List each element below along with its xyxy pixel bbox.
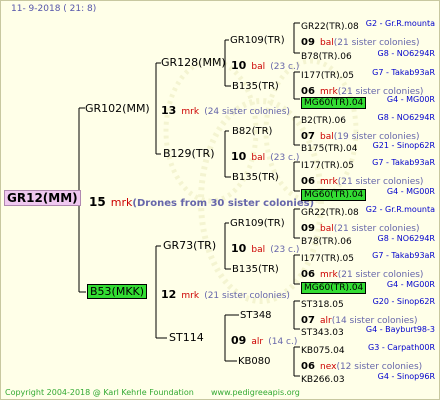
gen2-queen[interactable]: GR73(TR) (163, 239, 216, 252)
gen2-queen[interactable]: ST114 (169, 331, 204, 344)
gen3-queen[interactable]: B135(TR) (232, 263, 279, 276)
gen4-origin-tag: G2 - Gr.R.mounta (365, 19, 435, 28)
gen4-queen-row: MG60(TR).04 G4 - MG00R (301, 278, 437, 294)
gen4-origin-tag: G2 - Gr.R.mounta (365, 205, 435, 214)
gen4-queen-row: GR22(TR).08 G2 - Gr.R.mounta (301, 17, 437, 34)
gen4-queen-name[interactable]: B78(TR).06 (301, 52, 352, 62)
gen4-queen-name[interactable]: KB266.03 (301, 375, 345, 385)
gen2-info: 10 bal (23 c.) (231, 59, 300, 72)
gen4-queen-row: KB075.04 G3 - Carpath00R (301, 341, 437, 358)
gen4-queen-row: MG60(TR).04 G4 - MG00R (301, 185, 437, 201)
gen3-queen[interactable]: B135(TR) (232, 80, 279, 93)
gen4-queen-row: ST343.03 G4 - Bayburt98-3 (301, 323, 437, 340)
gen2-queen[interactable]: GR128(MM) (161, 56, 226, 69)
gen4-queen-name[interactable]: B78(TR).06 (301, 237, 352, 247)
gen3-queen[interactable]: GR109(TR) (230, 217, 285, 230)
gen2-queen[interactable]: B129(TR) (163, 147, 215, 160)
gen4-origin-tag: G3 - Carpath00R (368, 343, 435, 352)
gen4-origin-tag: G8 - NO6294R (377, 113, 435, 122)
date-stamp: 11- 9-2018 ( 21: 8) (11, 4, 97, 14)
gen4-queen-row: B78(TR).06 G8 - NO6294R (301, 47, 437, 64)
gen4-queen-name[interactable]: B2(TR).06 (301, 116, 346, 126)
gen4-queen-name[interactable]: GR22(TR).08 (301, 22, 359, 32)
gen4-queen-name[interactable]: I177(TR).05 (301, 161, 354, 171)
gen4-queen-name[interactable]: ST318.05 (301, 300, 344, 310)
gen4-queen-name[interactable]: I177(TR).05 (301, 254, 354, 264)
gen4-queen-row: KB266.03 G4 - Sinop96R (301, 370, 437, 387)
gen4-queen-row: B175(TR).04 G21 - Sinop62R (301, 139, 437, 156)
gen4-origin-tag: G7 - Takab93aR (372, 158, 435, 167)
gen4-queen-row: I177(TR).05 G7 - Takab93aR (301, 249, 437, 266)
gen4-queen-name[interactable]: KB075.04 (301, 346, 345, 356)
root-generation-info: 15 mrk(Drones from 30 sister colonies) (89, 195, 315, 210)
gen1-info: 12 mrk (21 sister colonies) (161, 288, 290, 301)
gen4-queen-row: GR22(TR).08 G2 - Gr.R.mounta (301, 203, 437, 220)
gen4-origin-tag: G8 - NO6294R (377, 234, 435, 243)
gen3-queen[interactable]: GR109(TR) (230, 34, 285, 47)
gen4-queen-row: MG60(TR).04 G4 - MG00R (301, 93, 437, 109)
gen3-queen[interactable]: B135(TR) (232, 171, 279, 184)
gen4-queen-row: I177(TR).05 G7 - Takab93aR (301, 66, 437, 83)
gen4-queen-row: B2(TR).06 G8 - NO6294R (301, 111, 437, 128)
copyright-text: Copyright 2004-2018 @ Karl Kehrle Founda… (5, 388, 194, 397)
site-link[interactable]: www.pedigreeapis.org (211, 386, 300, 399)
gen2-info: 10 bal (23 c.) (231, 242, 300, 255)
pedigree-chart: 11- 9-2018 ( 21: 8) GR12(MM) 15 mrk(Dron… (0, 0, 440, 400)
gen2-info: 09 alr (14 c.) (231, 334, 298, 347)
gen3-queen[interactable]: KB080 (238, 355, 271, 368)
gen4-queen-name[interactable]: MG60(TR).04 (301, 97, 367, 109)
gen3-queen[interactable]: B82(TR) (232, 125, 272, 138)
gen4-queen-name[interactable]: B175(TR).04 (301, 144, 357, 154)
gen1-queen[interactable]: B53(MKK) (87, 284, 148, 299)
gen4-origin-tag: G20 - Sinop62R (372, 297, 435, 306)
gen2-info: 10 bal (23 c.) (231, 150, 300, 163)
gen4-origin-tag: G4 - MG00R (386, 187, 435, 196)
gen4-origin-tag: G7 - Takab93aR (372, 68, 435, 77)
gen4-queen-row: I177(TR).05 G7 - Takab93aR (301, 156, 437, 173)
gen4-queen-name[interactable]: ST343.03 (301, 328, 344, 338)
gen4-origin-tag: G4 - Bayburt98-3 (365, 325, 435, 334)
gen4-queen-row: ST318.05 G20 - Sinop62R (301, 295, 437, 312)
gen4-origin-tag: G4 - Sinop96R (377, 372, 435, 381)
gen1-info: 13 mrk (24 sister colonies) (161, 104, 290, 117)
gen4-origin-tag: G7 - Takab93aR (372, 251, 435, 260)
gen4-queen-name[interactable]: GR22(TR).08 (301, 208, 359, 218)
gen1-queen[interactable]: GR102(MM) (85, 102, 150, 115)
gen4-origin-tag: G4 - MG00R (386, 95, 435, 104)
root-queen-name: GR12(MM) (4, 190, 81, 206)
gen3-queen[interactable]: ST348 (240, 309, 272, 322)
gen4-queen-name[interactable]: MG60(TR).04 (301, 282, 367, 294)
gen4-queen-name[interactable]: I177(TR).05 (301, 71, 354, 81)
gen4-origin-tag: G21 - Sinop62R (372, 141, 435, 150)
gen4-origin-tag: G8 - NO6294R (377, 49, 435, 58)
gen4-queen-row: B78(TR).06 G8 - NO6294R (301, 232, 437, 249)
gen4-origin-tag: G4 - MG00R (386, 280, 435, 289)
gen4-queen-name[interactable]: MG60(TR).04 (301, 189, 367, 201)
root-queen[interactable]: GR12(MM) (4, 190, 81, 206)
